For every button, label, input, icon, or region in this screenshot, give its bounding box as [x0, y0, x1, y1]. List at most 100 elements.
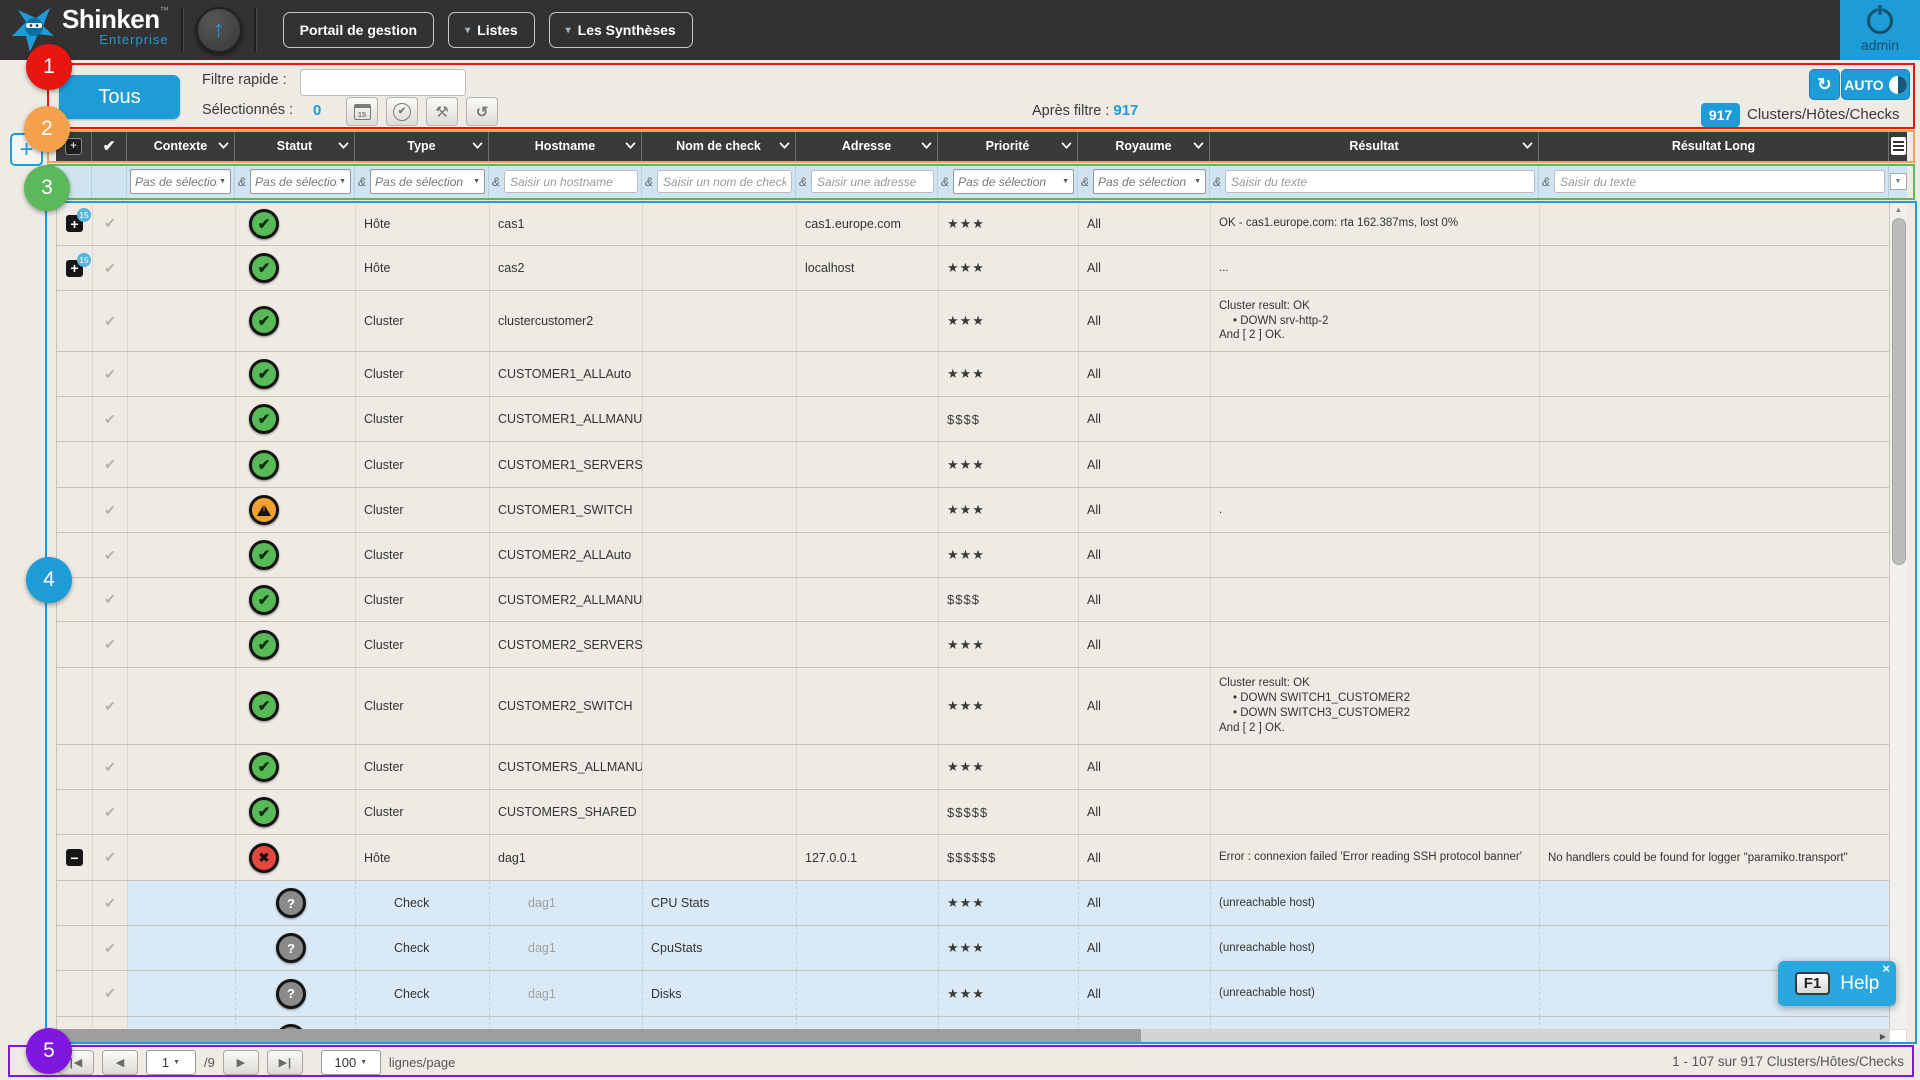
- filter-input-r-sultat[interactable]: [1225, 170, 1535, 193]
- scroll-right-icon[interactable]: ▶: [1880, 1032, 1886, 1041]
- last-page-button[interactable]: ▶|: [267, 1050, 303, 1075]
- column-header-statut[interactable]: Statut: [235, 130, 355, 162]
- row-select-cell[interactable]: ✔: [93, 246, 128, 290]
- row-select-cell[interactable]: ✔: [93, 202, 128, 245]
- row-select-cell[interactable]: ✔: [93, 971, 128, 1016]
- table-row[interactable]: ✔?Checkdag1Disks★★★All(unreachable host): [57, 971, 1890, 1017]
- filter-input-adresse[interactable]: [811, 170, 934, 193]
- table-row[interactable]: ✔?Checkdag1CpuStats★★★All(unreachable ho…: [57, 926, 1890, 971]
- chevron-down-icon[interactable]: [1193, 142, 1204, 149]
- filter-select-priorit-[interactable]: Pas de sélection▼: [953, 169, 1074, 194]
- table-row[interactable]: +15✔✔Hôtecas1cas1.europe.com★★★AllOK - c…: [57, 202, 1890, 246]
- filter-select-type[interactable]: Pas de sélection▼: [370, 169, 485, 194]
- undo-icon: ↺: [476, 103, 489, 121]
- column-header-royaume[interactable]: Royaume: [1078, 130, 1210, 162]
- vertical-scrollbar[interactable]: ▲: [1889, 202, 1907, 1029]
- row-select-cell[interactable]: ✔: [93, 745, 128, 789]
- acknowledge-button[interactable]: ✔: [386, 97, 418, 126]
- tools-button[interactable]: ⚒: [426, 97, 458, 126]
- table-row[interactable]: ✔✔ClusterCUSTOMERS_ALLMANU★★★All: [57, 745, 1890, 790]
- table-row[interactable]: ✔✔ClusterCUSTOMER2_ALLMANU$$$$All: [57, 578, 1890, 622]
- expand-icon[interactable]: +15: [66, 215, 83, 232]
- statut-cell: ✔: [236, 622, 356, 667]
- prev-page-button[interactable]: ◀: [102, 1050, 138, 1075]
- chevron-down-icon[interactable]: [1061, 142, 1072, 149]
- menu-les-syntheses[interactable]: ▾Les Synthèses: [549, 12, 693, 48]
- horizontal-scrollbar-thumb[interactable]: [56, 1029, 1141, 1044]
- column-header-r-sultat-long[interactable]: Résultat Long: [1539, 130, 1889, 162]
- help-widget[interactable]: F1 Help ×: [1778, 961, 1896, 1006]
- row-select-cell[interactable]: ✔: [93, 352, 128, 396]
- table-row[interactable]: ✔✔ClusterCUSTOMERS_SHARED$$$$$All: [57, 790, 1890, 835]
- chevron-down-icon[interactable]: [625, 142, 636, 149]
- chevron-down-icon[interactable]: [779, 142, 790, 149]
- row-select-cell[interactable]: ✔: [93, 1017, 128, 1029]
- table-row[interactable]: ✔✔ClusterCUSTOMER2_ALLAuto★★★All: [57, 533, 1890, 578]
- table-row[interactable]: ✔✔ClusterCUSTOMER2_SWITCH★★★AllCluster r…: [57, 668, 1890, 745]
- column-header-contexte[interactable]: Contexte: [127, 130, 235, 162]
- schedule-button[interactable]: 15: [346, 97, 378, 126]
- table-row[interactable]: +15✔✔Hôtecas2localhost★★★All...: [57, 246, 1890, 291]
- row-select-cell[interactable]: ✔: [93, 488, 128, 532]
- vertical-scrollbar-thumb[interactable]: [1892, 218, 1906, 565]
- expand-icon[interactable]: +15: [66, 260, 83, 277]
- page-select[interactable]: 1▼: [146, 1050, 196, 1075]
- row-select-cell[interactable]: ✔: [93, 790, 128, 834]
- chevron-down-icon[interactable]: [1522, 142, 1533, 149]
- row-select-cell[interactable]: ✔: [93, 622, 128, 667]
- undo-button[interactable]: ↺: [466, 97, 498, 126]
- column-header-priorit-[interactable]: Priorité: [938, 130, 1078, 162]
- column-header-hostname[interactable]: Hostname: [489, 130, 642, 162]
- filter-menu-icon[interactable]: ▼: [1890, 173, 1907, 190]
- column-header-adresse[interactable]: Adresse: [796, 130, 938, 162]
- table-row[interactable]: ✔✔ClusterCUSTOMER1_ALLMANU$$$$All: [57, 397, 1890, 442]
- row-select-cell[interactable]: ✔: [93, 668, 128, 744]
- horizontal-scrollbar[interactable]: ▶: [56, 1029, 1889, 1044]
- row-select-cell[interactable]: ✔: [93, 291, 128, 351]
- next-page-button[interactable]: ▶: [223, 1050, 259, 1075]
- chevron-down-icon[interactable]: [218, 142, 229, 149]
- chevron-down-icon[interactable]: [472, 142, 483, 149]
- table-row[interactable]: ✔✔Clusterclustercustomer2★★★AllCluster r…: [57, 291, 1890, 352]
- row-select-cell[interactable]: ✔: [93, 926, 128, 970]
- close-icon[interactable]: ×: [1882, 961, 1890, 976]
- filter-select-royaume[interactable]: Pas de sélection▼: [1093, 169, 1206, 194]
- column-menu-cell[interactable]: [1889, 130, 1907, 162]
- chevron-down-icon[interactable]: [921, 142, 932, 149]
- menu-portail-de-gestion[interactable]: Portail de gestion: [283, 12, 434, 48]
- scroll-top-button[interactable]: ↑: [196, 7, 242, 53]
- filter-input-nom-de-check[interactable]: [657, 170, 792, 193]
- table-row[interactable]: ✔?Checkdag1CPU Stats★★★All(unreachable h…: [57, 881, 1890, 926]
- row-select-cell[interactable]: ✔: [93, 578, 128, 621]
- user-menu[interactable]: admin: [1840, 0, 1920, 60]
- table-row[interactable]: −✔✖Hôtedag1127.0.0.1$$$$$$AllError : con…: [57, 835, 1890, 881]
- quick-filter-input[interactable]: [300, 69, 466, 96]
- scroll-up-icon[interactable]: ▲: [1890, 205, 1907, 214]
- row-select-cell[interactable]: ✔: [93, 881, 128, 925]
- row-select-cell[interactable]: ✔: [93, 442, 128, 487]
- resultat-long-cell: [1540, 397, 1890, 441]
- tab-tous[interactable]: Tous: [59, 75, 180, 119]
- row-select-cell[interactable]: ✔: [93, 397, 128, 441]
- filter-input-r-sultat-long[interactable]: [1554, 170, 1885, 193]
- chevron-down-icon[interactable]: [338, 142, 349, 149]
- column-header-r-sultat[interactable]: Résultat: [1210, 130, 1539, 162]
- filter-select-statut[interactable]: Pas de sélection▼: [250, 169, 351, 194]
- row-select-cell[interactable]: ✔: [93, 533, 128, 577]
- refresh-button[interactable]: ↻: [1809, 69, 1840, 100]
- table-row[interactable]: ✔!ClusterCUSTOMER1_SWITCH★★★All.: [57, 488, 1890, 533]
- filter-select-contexte[interactable]: Pas de sélection▼: [130, 169, 231, 194]
- collapse-icon[interactable]: −: [66, 849, 83, 866]
- table-row[interactable]: ✔?Checkdag1Disk Stats★★★All(unreachable …: [57, 1017, 1890, 1029]
- menu-listes[interactable]: ▾Listes: [448, 12, 535, 48]
- select-all-cell[interactable]: ✔: [92, 130, 127, 162]
- table-row[interactable]: ✔✔ClusterCUSTOMER2_SERVERS★★★All: [57, 622, 1890, 668]
- filter-input-hostname[interactable]: [504, 170, 638, 193]
- column-header-nom-de-check[interactable]: Nom de check: [642, 130, 796, 162]
- column-header-type[interactable]: Type: [355, 130, 489, 162]
- row-select-cell[interactable]: ✔: [93, 835, 128, 880]
- auto-refresh-toggle[interactable]: AUTO: [1841, 69, 1910, 100]
- table-row[interactable]: ✔✔ClusterCUSTOMER1_ALLAuto★★★All: [57, 352, 1890, 397]
- table-row[interactable]: ✔✔ClusterCUSTOMER1_SERVERS★★★All: [57, 442, 1890, 488]
- per-page-select[interactable]: 100▼: [321, 1050, 381, 1075]
